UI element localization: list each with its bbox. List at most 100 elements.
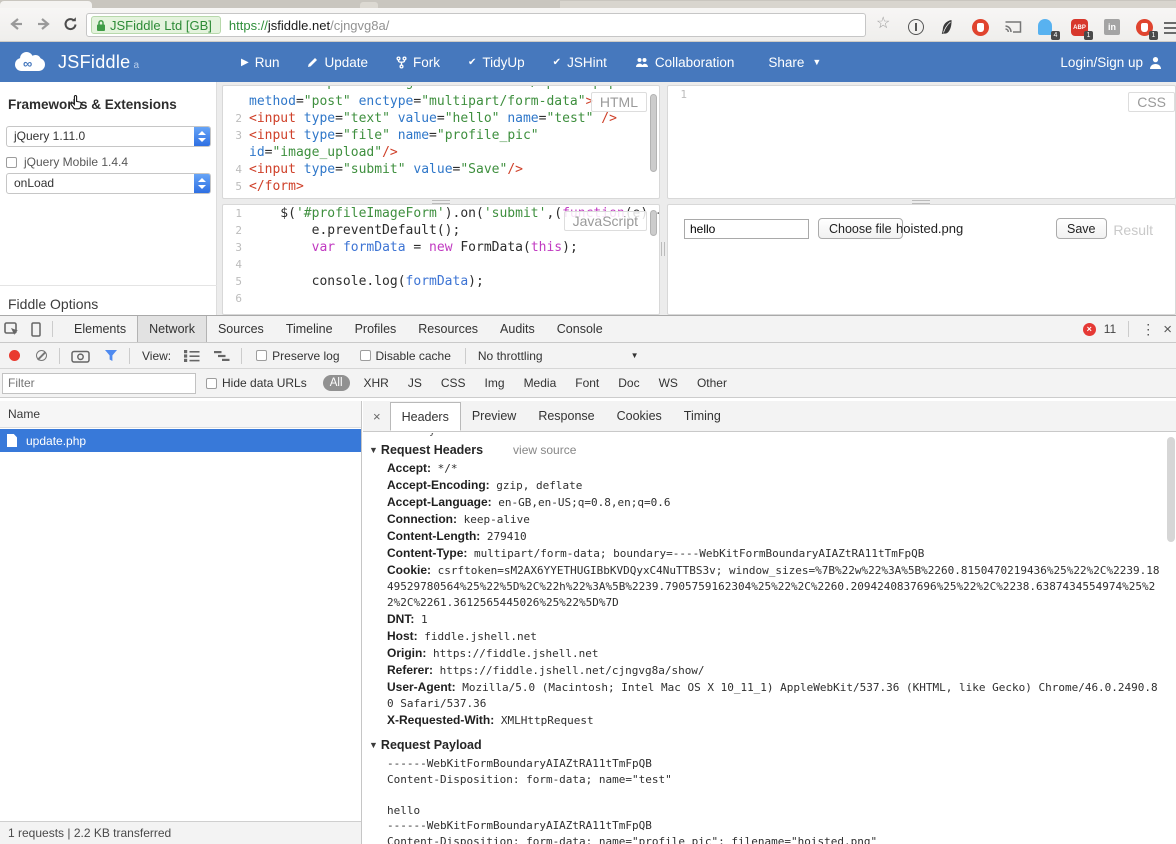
horizontal-splitter[interactable]: [432, 200, 450, 204]
checkbox-icon[interactable]: [6, 156, 17, 168]
filter-funnel-icon[interactable]: [104, 349, 118, 362]
devtools-tab-audits[interactable]: Audits: [489, 316, 546, 342]
filter-input[interactable]: [2, 372, 196, 394]
vertical-splitter[interactable]: [661, 242, 665, 256]
filter-type-doc[interactable]: Doc: [618, 376, 639, 390]
chrome-menu-icon[interactable]: [1164, 19, 1176, 37]
request-row-update-php[interactable]: update.php: [0, 429, 361, 452]
payload-line: [367, 787, 1163, 803]
lock-icon: [97, 19, 105, 31]
hide-data-urls-checkbox[interactable]: Hide data URLs: [206, 376, 307, 390]
clear-button[interactable]: [36, 350, 47, 361]
request-headers-title[interactable]: ▼ Request Headers view source: [367, 440, 1168, 460]
screenshot-camera-icon[interactable]: [71, 349, 90, 363]
checkbox-icon[interactable]: [256, 350, 268, 361]
devtools-menu-icon[interactable]: ⋮: [1141, 321, 1155, 338]
login-signup-link[interactable]: Login/Sign up: [1060, 55, 1162, 70]
menu-run[interactable]: ▶ Run: [227, 42, 293, 82]
filter-type-css[interactable]: CSS: [441, 376, 466, 390]
checkbox-icon[interactable]: [359, 350, 371, 361]
request-payload-title[interactable]: ▼ Request Payload: [367, 735, 1168, 755]
view-source-link[interactable]: view source: [513, 443, 576, 457]
devtools-close-icon[interactable]: ×: [1163, 321, 1172, 338]
devtools-tab-resources[interactable]: Resources: [407, 316, 489, 342]
detail-tab-headers[interactable]: Headers: [389, 402, 461, 431]
ghostery-extension-icon[interactable]: 4: [1038, 19, 1060, 40]
chevron-down-icon[interactable]: ▼: [631, 351, 639, 360]
detail-tab-response[interactable]: Response: [527, 401, 605, 431]
filter-type-font[interactable]: Font: [575, 376, 599, 390]
disclosure-triangle-icon[interactable]: ▼: [369, 740, 378, 750]
headers-body: y ▼ Request Headers view source Accept: …: [363, 432, 1176, 844]
forward-button[interactable]: [32, 12, 56, 36]
js-editor-scrollbar[interactable]: [650, 210, 657, 236]
js-editor-panel[interactable]: JavaScript 1 $('#profileImageForm').on('…: [222, 204, 660, 315]
jquery-mobile-checkbox-row[interactable]: jQuery Mobile 1.4.4: [6, 155, 128, 169]
result-text-input[interactable]: [684, 219, 809, 239]
devtools-tab-console[interactable]: Console: [546, 316, 614, 342]
filter-type-ws[interactable]: WS: [659, 376, 678, 390]
linkedin-extension-icon[interactable]: in: [1104, 19, 1122, 37]
menu-people-icon: [635, 57, 649, 68]
menu-jshint[interactable]: ✔ JSHint: [539, 42, 621, 82]
detail-scrollbar[interactable]: [1167, 437, 1175, 542]
detail-tab-cookies[interactable]: Cookies: [606, 401, 673, 431]
info-extension-icon[interactable]: [908, 19, 926, 37]
ev-certificate-badge[interactable]: JSFiddle Ltd [GB]: [91, 16, 221, 34]
devtools-tab-network[interactable]: Network: [137, 316, 207, 342]
quill-extension-icon[interactable]: [940, 19, 958, 37]
css-code-area[interactable]: 1: [668, 86, 1175, 103]
adblock-hand-extension-icon[interactable]: 1: [1136, 19, 1158, 40]
menu-tidyup[interactable]: ✔ TidyUp: [454, 42, 539, 82]
filter-type-js[interactable]: JS: [408, 376, 422, 390]
devtools-tab-elements[interactable]: Elements: [63, 316, 137, 342]
menu-collaboration[interactable]: Collaboration: [621, 42, 749, 82]
throttling-select[interactable]: No throttling: [478, 349, 543, 363]
devtools-tab-timeline[interactable]: Timeline: [275, 316, 344, 342]
filter-type-xhr[interactable]: XHR: [364, 376, 389, 390]
waterfall-view-icon[interactable]: [214, 350, 230, 362]
detail-tab-preview[interactable]: Preview: [461, 401, 527, 431]
html-editor-panel[interactable]: HTML 1<form id="profileImageForm" action…: [222, 85, 660, 199]
error-icon[interactable]: ×: [1082, 322, 1096, 336]
jsfiddle-logo-text[interactable]: JSFiddle: [58, 52, 130, 73]
list-view-icon[interactable]: [184, 349, 200, 362]
filter-type-other[interactable]: Other: [697, 376, 727, 390]
onload-select[interactable]: onLoad: [6, 173, 211, 194]
disclosure-triangle-icon[interactable]: ▼: [369, 445, 378, 455]
save-button[interactable]: Save: [1056, 218, 1107, 239]
detail-tab-timing[interactable]: Timing: [673, 401, 732, 431]
refresh-button[interactable]: [58, 12, 82, 36]
cast-extension-icon[interactable]: [1004, 19, 1022, 37]
record-button[interactable]: [9, 350, 20, 361]
stop-hand-extension-icon[interactable]: [972, 19, 990, 37]
error-count[interactable]: 11: [1104, 322, 1116, 336]
close-detail-icon[interactable]: ×: [373, 409, 381, 424]
filter-type-media[interactable]: Media: [524, 376, 557, 390]
address-bar[interactable]: JSFiddle Ltd [GB] https://jsfiddle.net/c…: [86, 13, 866, 37]
devtools-tab-sources[interactable]: Sources: [207, 316, 275, 342]
back-button[interactable]: [4, 12, 28, 36]
framework-select[interactable]: jQuery 1.11.0: [6, 126, 211, 147]
menu-share[interactable]: Share ▼: [748, 42, 835, 82]
preserve-log-checkbox[interactable]: Preserve log: [256, 349, 340, 363]
jsfiddle-logo-icon[interactable]: ∞: [12, 51, 48, 73]
filter-type-all[interactable]: All: [322, 375, 350, 391]
choose-file-button[interactable]: Choose file: [818, 218, 903, 239]
device-toolbar-icon[interactable]: [24, 316, 48, 342]
bookmark-star-icon[interactable]: ☆: [876, 16, 890, 32]
menu-fork[interactable]: Fork: [382, 42, 454, 82]
filter-type-img[interactable]: Img: [485, 376, 505, 390]
html-editor-scrollbar[interactable]: [650, 94, 657, 172]
view-label: View:: [142, 348, 172, 363]
devtools-tab-profiles[interactable]: Profiles: [344, 316, 408, 342]
adblock-plus-extension-icon[interactable]: ABP 1: [1071, 19, 1093, 40]
css-editor-panel[interactable]: CSS 1: [667, 85, 1176, 199]
inspect-element-icon[interactable]: [0, 316, 24, 342]
horizontal-splitter[interactable]: [912, 200, 930, 204]
checkbox-icon[interactable]: [206, 377, 217, 389]
disable-cache-checkbox[interactable]: Disable cache: [359, 349, 451, 363]
name-column-header[interactable]: Name: [0, 401, 361, 428]
browser-tab[interactable]: [0, 1, 92, 8]
menu-update[interactable]: Update: [293, 42, 382, 82]
